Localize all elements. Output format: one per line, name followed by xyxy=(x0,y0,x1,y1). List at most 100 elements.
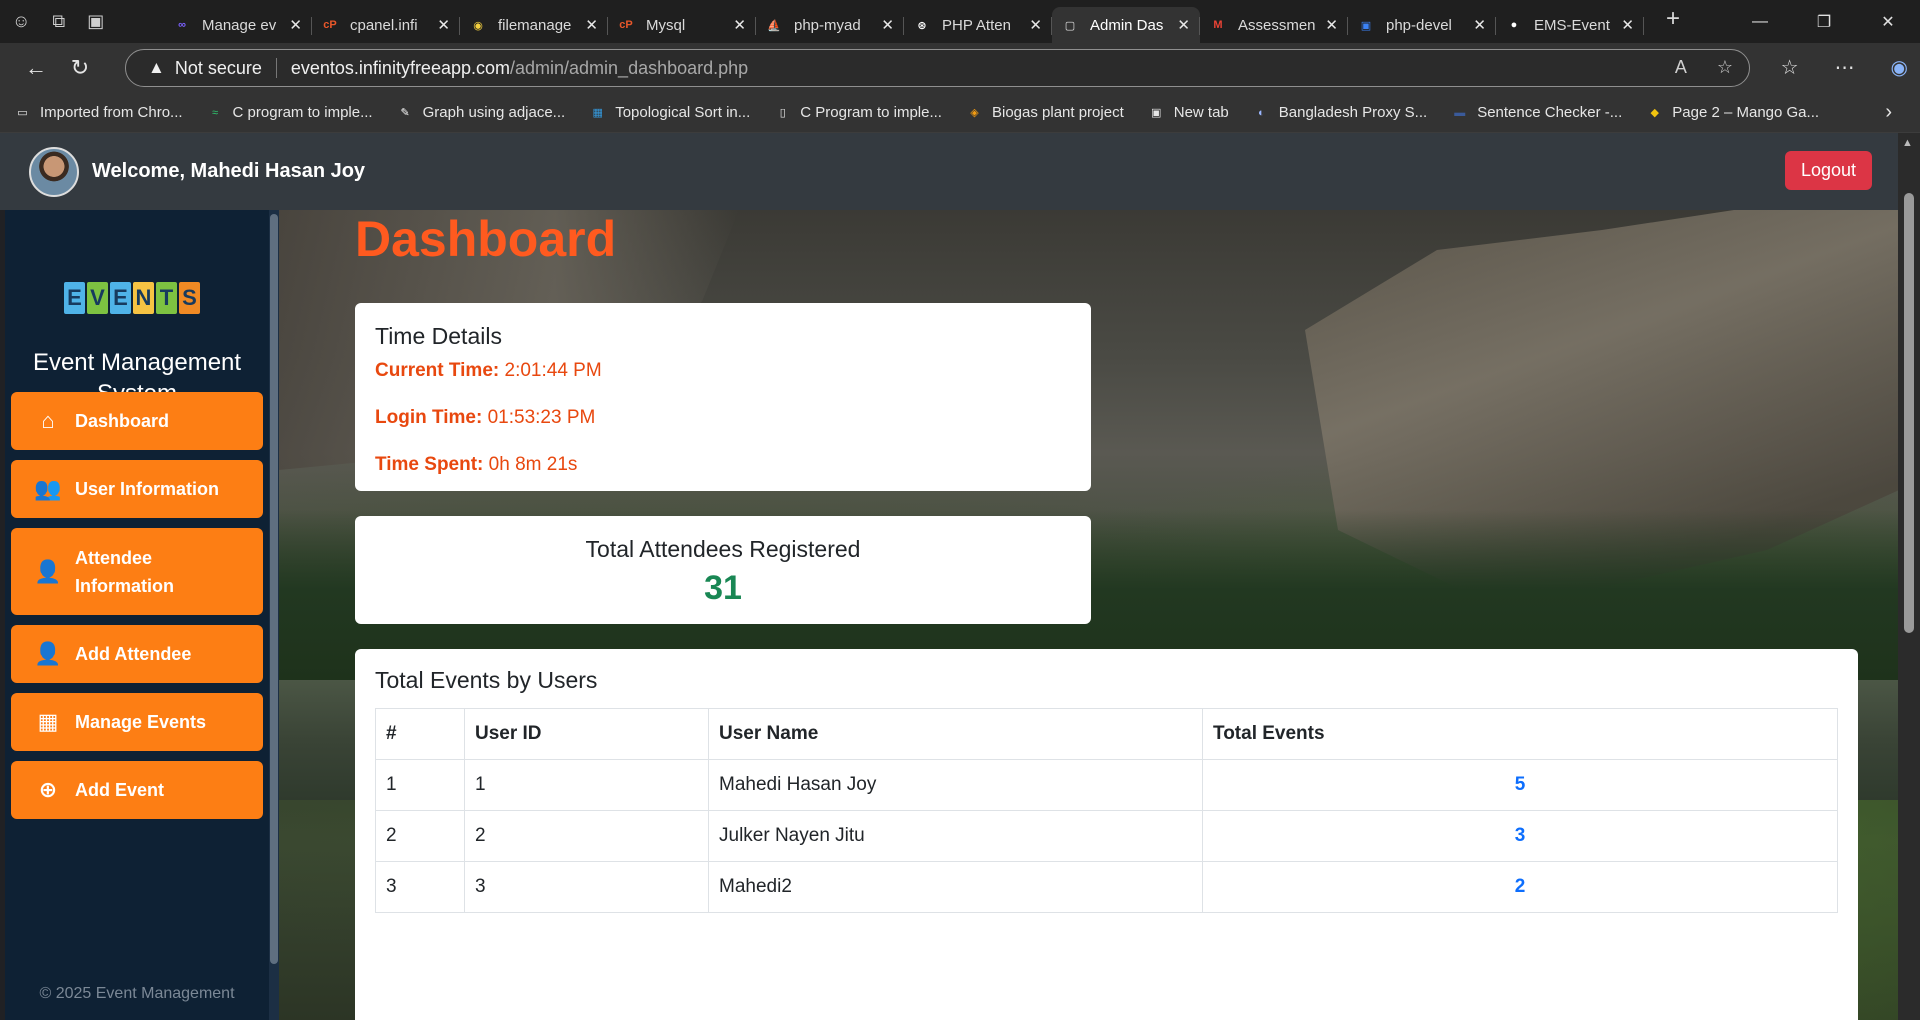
sidebar-item-label: Dashboard xyxy=(75,410,170,431)
read-aloud-icon[interactable]: A xyxy=(1675,57,1687,78)
tab-bar-left-tools: ☺ ⧉ ▣ xyxy=(0,11,164,32)
tab-close-icon[interactable]: ✕ xyxy=(1029,16,1042,34)
more-menu-icon[interactable]: ⋯ xyxy=(1835,55,1855,80)
sidebar-item-label: Manage Events xyxy=(75,711,207,732)
browser-tab[interactable]: ● EMS-Event ✕ xyxy=(1496,7,1644,43)
workspaces-icon[interactable]: ⧉ xyxy=(52,11,65,32)
bookmark-item[interactable]: ▭ Imported from Chro... xyxy=(14,104,182,121)
sidebar-item-manage-events[interactable]: ▦ Manage Events xyxy=(11,693,263,751)
favorites-icon[interactable]: ☆ xyxy=(1781,55,1799,80)
browser-toolbar: ← ↻ ▲ Not secure eventos.infinityfreeapp… xyxy=(0,43,1920,93)
sidebar-item-label: Attendee Information xyxy=(75,547,174,596)
back-arrow-icon[interactable]: ← xyxy=(14,55,58,81)
bookmark-item[interactable]: ◐ Bangladesh Proxy S... xyxy=(1253,104,1427,121)
warning-icon[interactable]: ▲ xyxy=(148,58,165,78)
bookmark-favicon-icon: ▬ xyxy=(1454,106,1466,119)
time-spent-label: Time Spent: xyxy=(375,454,484,475)
bookmark-item[interactable]: ✎ Graph using adjace... xyxy=(397,104,565,121)
row-number: 3 xyxy=(375,861,465,913)
web-page: Welcome, Mahedi Hasan Joy Logout E V E N… xyxy=(0,133,1920,1020)
attendee-count: 31 xyxy=(704,569,742,607)
bookmark-favicon-icon: ◐ xyxy=(1257,106,1265,119)
tab-close-icon[interactable]: ✕ xyxy=(437,16,450,34)
tab-close-icon[interactable]: ✕ xyxy=(289,16,302,34)
chevron-right-icon[interactable]: › xyxy=(1885,101,1892,124)
sidebar-item-add-attendee[interactable]: 👤 Add Attendee xyxy=(11,625,263,683)
bookmark-item[interactable]: ▯ C Program to imple... xyxy=(774,104,942,121)
tab-favicon-icon: ◉ xyxy=(473,19,483,32)
column-header: Total Events xyxy=(1202,708,1838,760)
tab-close-icon[interactable]: ✕ xyxy=(585,16,598,34)
browser-tab[interactable]: ▣ php-devel ✕ xyxy=(1348,7,1496,43)
sidebar-item-add-event[interactable]: ⊕ Add Event xyxy=(11,761,263,819)
bookmark-label: Biogas plant project xyxy=(991,104,1124,121)
window-close-icon[interactable]: ✕ xyxy=(1856,12,1920,32)
browser-tab[interactable]: ∞ Manage ev ✕ xyxy=(164,7,312,43)
time-details-card: Time Details Current Time: 2:01:44 PM Lo… xyxy=(355,303,1091,491)
browser-tab[interactable]: cP cpanel.infi ✕ xyxy=(312,7,460,43)
tab-close-icon[interactable]: ✕ xyxy=(881,16,894,34)
table-row: 3 3 Mahedi2 2 xyxy=(375,861,1838,913)
page-scrollbar[interactable]: ▲ xyxy=(1898,133,1920,1020)
bookmark-label: C program to imple... xyxy=(232,104,373,121)
sidebar-item-attendee-information[interactable]: 👤 Attendee Information xyxy=(11,528,263,615)
logout-button[interactable]: Logout xyxy=(1784,151,1872,190)
sidebar-item-user-information[interactable]: 👥 User Information xyxy=(11,460,263,518)
favorite-star-icon[interactable]: ☆ xyxy=(1717,57,1733,78)
card-heading: Total Events by Users xyxy=(375,667,598,693)
main-content: Dashboard Time Details Current Time: 2:0… xyxy=(279,210,1898,1020)
total-events: 2 xyxy=(1202,861,1838,913)
scroll-up-icon[interactable]: ▲ xyxy=(1902,137,1913,149)
user-id: 3 xyxy=(464,861,709,913)
address-bar[interactable]: ▲ Not secure eventos.infinityfreeapp.com… xyxy=(125,49,1750,87)
bookmark-item[interactable]: ▣ New tab xyxy=(1148,104,1229,121)
scrollbar-thumb[interactable] xyxy=(270,214,278,964)
reload-icon[interactable]: ↻ xyxy=(58,55,102,81)
tab-close-icon[interactable]: ✕ xyxy=(1177,16,1190,34)
new-tab-icon[interactable]: + xyxy=(1666,5,1680,33)
sidebar-scrollbar[interactable] xyxy=(269,210,279,1020)
tab-close-icon[interactable]: ✕ xyxy=(1325,16,1338,34)
column-header: # xyxy=(375,708,465,760)
tab-favicon-icon: ∞ xyxy=(178,19,186,31)
new-tab-page-icon: ▣ xyxy=(1151,107,1162,119)
tab-title: Manage ev xyxy=(202,16,277,34)
browser-tab[interactable]: ⛵ php-myad ✕ xyxy=(756,7,904,43)
bookmark-item[interactable]: ≈ C program to imple... xyxy=(207,104,373,121)
browser-tab[interactable]: ⊛ PHP Atten ✕ xyxy=(904,7,1052,43)
current-time-label: Current Time: xyxy=(375,360,500,381)
tab-title: Assessmen xyxy=(1238,16,1316,34)
minimize-icon[interactable]: — xyxy=(1728,13,1792,31)
tab-close-icon[interactable]: ✕ xyxy=(733,16,746,34)
bookmark-item[interactable]: ▬ Sentence Checker -... xyxy=(1451,104,1622,121)
browser-tab[interactable]: ◉ filemanage ✕ xyxy=(460,7,608,43)
bookmark-item[interactable]: ◆ Page 2 – Mango Ga... xyxy=(1646,104,1820,121)
browser-tab[interactable]: cP Mysql ✕ xyxy=(608,7,756,43)
tab-close-icon[interactable]: ✕ xyxy=(1621,16,1634,34)
events-table: # User ID User Name Total Events 1 1 Mah… xyxy=(375,708,1838,913)
profile-icon[interactable]: ☺ xyxy=(12,11,30,32)
avatar xyxy=(29,146,79,197)
tab-actions-icon[interactable]: ▣ xyxy=(87,11,104,32)
browser-tab[interactable]: M Assessmen ✕ xyxy=(1200,7,1348,43)
bookmark-item[interactable]: ◈ Biogas plant project xyxy=(966,104,1124,121)
page-title: Dashboard xyxy=(355,211,617,267)
bookmark-label: C Program to imple... xyxy=(800,104,942,121)
toolbar-right: ☆ ⋯ ◉ xyxy=(1781,55,1908,80)
folder-icon: ▭ xyxy=(17,107,28,119)
sidebar-item-dashboard[interactable]: ⌂ Dashboard xyxy=(11,392,263,450)
column-header: User ID xyxy=(464,708,709,760)
current-time-value: 2:01:44 PM xyxy=(504,360,602,381)
browser-tab-active[interactable]: ▢ Admin Das ✕ xyxy=(1052,7,1200,43)
tab-strip: ∞ Manage ev ✕ cP cpanel.infi ✕ ◉ filemanage ✕ … xyxy=(164,0,1644,43)
copilot-icon[interactable]: ◉ xyxy=(1891,55,1908,80)
total-events: 5 xyxy=(1202,759,1838,811)
bookmark-label: Bangladesh Proxy S... xyxy=(1278,104,1428,121)
security-label[interactable]: Not secure xyxy=(175,58,262,79)
bookmark-favicon-icon: ✎ xyxy=(400,107,410,119)
bookmark-item[interactable]: ▦ Topological Sort in... xyxy=(589,104,750,121)
login-time-label: Login Time: xyxy=(375,407,483,428)
restore-icon[interactable]: ❐ xyxy=(1792,12,1856,32)
scrollbar-thumb[interactable] xyxy=(1904,193,1914,633)
tab-close-icon[interactable]: ✕ xyxy=(1473,16,1486,34)
